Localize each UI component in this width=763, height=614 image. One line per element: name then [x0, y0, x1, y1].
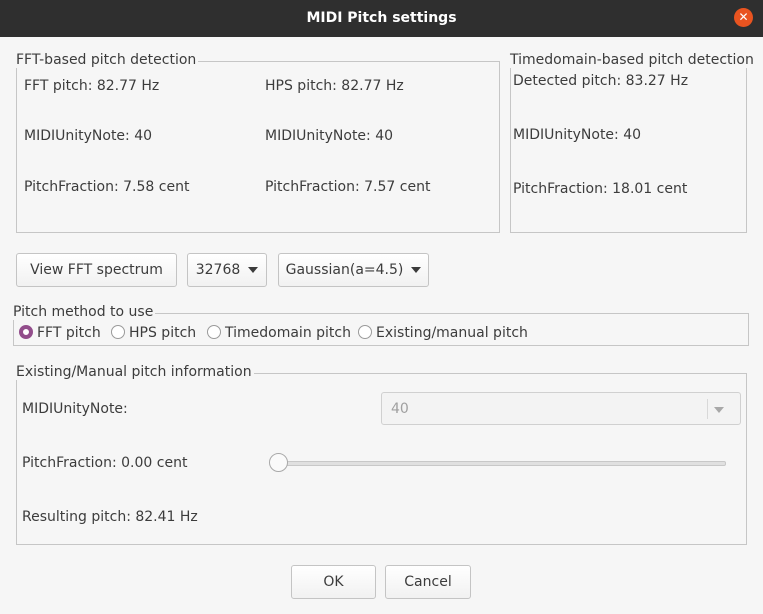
manual-pitch-group-title: Existing/Manual pitch information	[14, 364, 254, 380]
manual-pitch-fraction-label: PitchFraction: 0.00 cent	[22, 455, 188, 471]
pitch-method-group-title: Pitch method to use	[11, 304, 156, 320]
chevron-down-icon	[411, 267, 422, 273]
radio-hps-pitch-indicator	[111, 325, 125, 339]
window-function-dropdown[interactable]: Gaussian(a=4.5)	[278, 253, 429, 287]
detected-pitch-label: Detected pitch: 83.27 Hz	[513, 73, 689, 89]
cancel-button-label: Cancel	[404, 574, 452, 590]
radio-existing-manual-pitch-indicator	[358, 325, 372, 339]
hps-pitch-label: HPS pitch: 82.77 Hz	[265, 78, 404, 94]
fft-midi-note-label: MIDIUnityNote: 40	[24, 128, 153, 144]
view-fft-spectrum-button[interactable]: View FFT spectrum	[16, 253, 177, 287]
fft-pitch-label: FFT pitch: 82.77 Hz	[24, 78, 160, 94]
fft-size-dropdown[interactable]: 32768	[187, 253, 267, 287]
resulting-pitch-label: Resulting pitch: 82.41 Hz	[22, 509, 198, 525]
view-fft-spectrum-label: View FFT spectrum	[30, 262, 163, 278]
manual-midi-note-label: MIDIUnityNote:	[22, 401, 128, 417]
radio-hps-pitch-label: HPS pitch	[129, 325, 197, 341]
pitch-fraction-slider-track[interactable]	[278, 461, 726, 466]
fft-size-value: 32768	[195, 262, 241, 278]
radio-hps-pitch[interactable]: HPS pitch	[111, 325, 196, 343]
manual-midi-note-combobox[interactable]: 40	[381, 392, 741, 425]
hps-pitch-fraction-label: PitchFraction: 7.57 cent	[265, 179, 431, 195]
radio-fft-pitch-label: FFT pitch	[37, 325, 101, 341]
combobox-separator	[707, 399, 708, 419]
ok-button[interactable]: OK	[291, 565, 376, 599]
timedomain-group-title: Timedomain-based pitch detection	[508, 52, 756, 68]
fft-group-title: FFT-based pitch detection	[14, 52, 199, 68]
radio-fft-pitch-indicator	[19, 325, 33, 339]
cancel-button[interactable]: Cancel	[385, 565, 471, 599]
hps-midi-note-label: MIDIUnityNote: 40	[265, 128, 394, 144]
radio-timedomain-pitch[interactable]: Timedomain pitch	[207, 325, 351, 343]
timedomain-midi-note-label: MIDIUnityNote: 40	[513, 127, 642, 143]
manual-midi-note-value: 40	[391, 401, 409, 417]
radio-existing-manual-pitch-label: Existing/manual pitch	[376, 325, 528, 341]
radio-existing-manual-pitch[interactable]: Existing/manual pitch	[358, 325, 528, 343]
radio-timedomain-pitch-indicator	[207, 325, 221, 339]
chevron-down-icon	[714, 407, 724, 413]
chevron-down-icon	[248, 267, 259, 273]
title-bar: MIDI Pitch settings ✕	[0, 0, 763, 37]
window-function-value: Gaussian(a=4.5)	[285, 262, 404, 278]
pitch-fraction-slider-handle[interactable]	[269, 453, 288, 472]
fft-pitch-fraction-label: PitchFraction: 7.58 cent	[24, 179, 190, 195]
close-icon[interactable]: ✕	[734, 8, 753, 27]
timedomain-pitch-fraction-label: PitchFraction: 18.01 cent	[513, 181, 688, 197]
window-title: MIDI Pitch settings	[306, 10, 457, 26]
ok-button-label: OK	[323, 574, 344, 590]
radio-timedomain-pitch-label: Timedomain pitch	[225, 325, 351, 341]
radio-fft-pitch[interactable]: FFT pitch	[19, 325, 101, 343]
